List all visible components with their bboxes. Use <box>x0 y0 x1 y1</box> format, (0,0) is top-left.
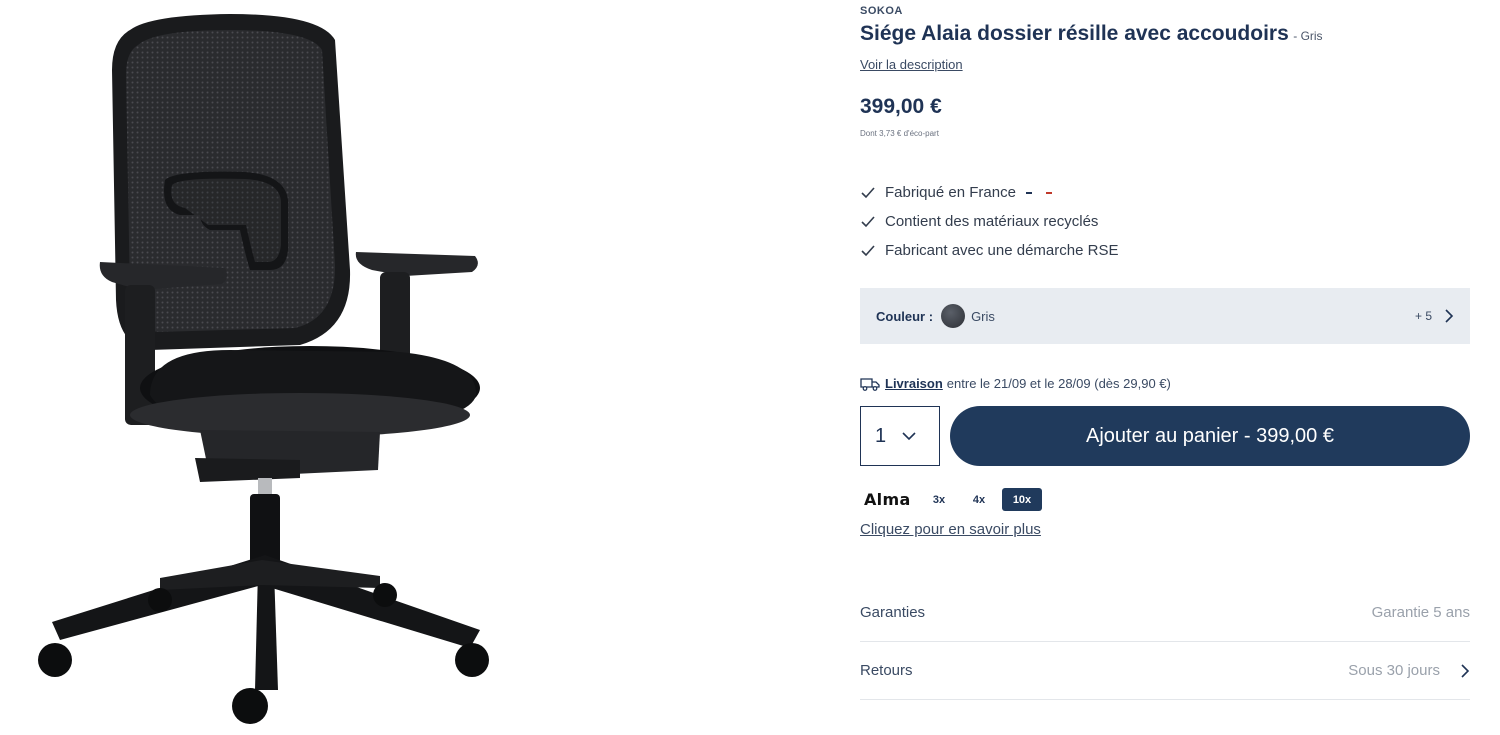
check-icon <box>861 244 875 256</box>
product-image[interactable] <box>0 0 560 735</box>
check-icon <box>861 215 875 227</box>
feature-item: Fabriqué en France <box>860 178 1118 207</box>
product-price: 399,00 € <box>860 95 942 118</box>
chevron-right-icon <box>1445 309 1454 323</box>
eco-part-note: Dont 3,73 € d'éco-part <box>860 129 939 138</box>
color-selector[interactable]: Couleur : Gris + 5 <box>860 288 1470 344</box>
returns-value: Sous 30 jours <box>1348 662 1440 679</box>
quantity-select[interactable]: 1 <box>860 406 940 466</box>
installment-option-4x[interactable]: 4x <box>962 488 996 511</box>
office-chair-image <box>38 14 489 724</box>
add-to-cart-button[interactable]: Ajouter au panier - 399,00 € <box>950 406 1470 466</box>
chevron-right-icon <box>1461 663 1470 678</box>
warranty-row[interactable]: Garanties Garantie 5 ans <box>860 584 1470 642</box>
brand-name[interactable]: SOKOA <box>860 5 903 17</box>
color-swatch[interactable] <box>941 304 966 328</box>
france-flag-icon <box>1025 191 1052 194</box>
product-title-row: Siége Alaia dossier résille avec accoudo… <box>860 22 1323 46</box>
color-value: Gris <box>971 308 995 324</box>
returns-row[interactable]: Retours Sous 30 jours <box>860 642 1470 700</box>
alma-learn-more-link[interactable]: Cliquez pour en savoir plus <box>860 521 1041 538</box>
delivery-dates: entre le 21/09 et le 28/09 (dès 29,90 €) <box>946 376 1171 391</box>
feature-label: Contient des matériaux recyclés <box>885 213 1099 230</box>
alma-logo: Alma <box>864 490 911 509</box>
installment-options: 3x 4x 10x <box>922 488 1042 511</box>
view-description-link[interactable]: Voir la description <box>860 57 963 72</box>
feature-list: Fabriqué en France Contient des matériau… <box>860 178 1118 265</box>
quantity-value: 1 <box>875 424 887 447</box>
delivery-link[interactable]: Livraison <box>885 376 943 391</box>
feature-item: Contient des matériaux recyclés <box>860 207 1118 236</box>
product-variant: - Gris <box>1293 29 1323 43</box>
warranty-value: Garantie 5 ans <box>1371 604 1470 621</box>
feature-label: Fabriqué en France <box>885 184 1016 201</box>
feature-item: Fabricant avec une démarche RSE <box>860 236 1118 265</box>
more-colors-count: + 5 <box>1414 309 1432 323</box>
installment-option-10x[interactable]: 10x <box>1002 488 1042 511</box>
product-title: Siége Alaia dossier résille avec accoudo… <box>860 22 1289 45</box>
delivery-info: Livraison entre le 21/09 et le 28/09 (dè… <box>860 376 1171 391</box>
check-icon <box>861 186 875 198</box>
chevron-down-icon <box>902 432 916 441</box>
installment-option-3x[interactable]: 3x <box>922 488 956 511</box>
warranty-label: Garanties <box>860 604 926 621</box>
returns-label: Retours <box>860 662 913 679</box>
color-label: Couleur : <box>876 308 934 324</box>
feature-label: Fabricant avec une démarche RSE <box>885 242 1119 259</box>
truck-icon <box>860 377 880 391</box>
